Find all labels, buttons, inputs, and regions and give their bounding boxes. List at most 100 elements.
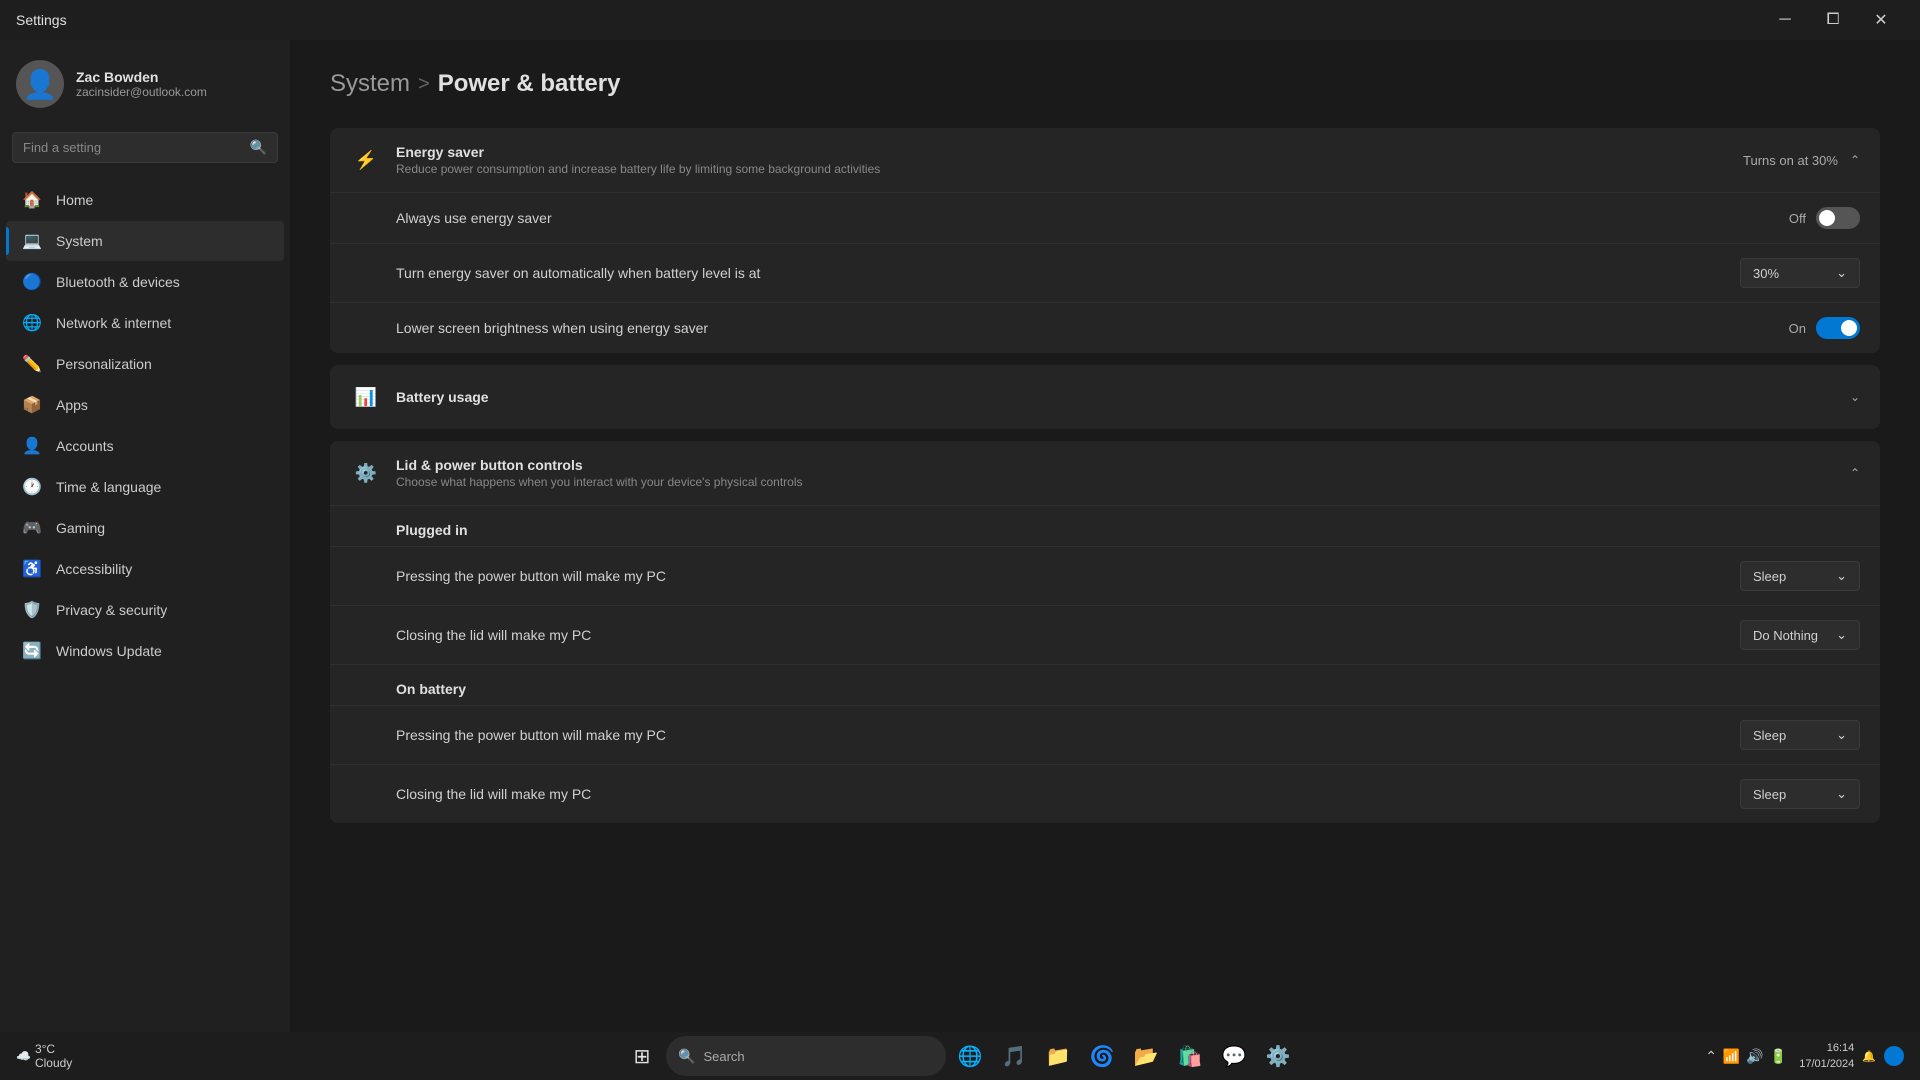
dropdown-chevron-lid-battery: ⌄	[1836, 786, 1847, 802]
sidebar-item-update[interactable]: 🔄 Windows Update	[6, 631, 284, 671]
nav-icon-network: 🌐	[22, 313, 42, 333]
taskbar-app-edge[interactable]: 🌀	[1082, 1036, 1122, 1076]
dropdown-value-lid-plugged: Do Nothing	[1753, 628, 1818, 643]
weather-widget[interactable]: ☁️ 3°C Cloudy	[16, 1042, 72, 1070]
taskbar-app-explorer[interactable]: 📁	[1038, 1036, 1078, 1076]
user-email: zacinsider@outlook.com	[76, 85, 207, 99]
panel-header-battery-usage[interactable]: 📊 Battery usage ⌄	[330, 365, 1880, 429]
dropdown-lid-plugged[interactable]: Do Nothing ⌄	[1740, 620, 1860, 650]
setting-row-auto-energy-saver: Turn energy saver on automatically when …	[330, 243, 1880, 302]
close-button[interactable]: ✕	[1858, 4, 1904, 36]
dropdown-value-power-button-battery: Sleep	[1753, 728, 1786, 743]
nav-label-system: System	[56, 233, 103, 249]
nav-icon-time: 🕐	[22, 477, 42, 497]
sidebar-item-system[interactable]: 💻 System	[6, 221, 284, 261]
sidebar: 👤 Zac Bowden zacinsider@outlook.com 🔍 🏠 …	[0, 40, 290, 1032]
nav-label-personalization: Personalization	[56, 356, 152, 372]
user-profile[interactable]: 👤 Zac Bowden zacinsider@outlook.com	[0, 40, 290, 124]
dropdown-auto-energy-saver[interactable]: 30% ⌄	[1740, 258, 1860, 288]
setting-label-power-button-plugged: Pressing the power button will make my P…	[396, 568, 666, 584]
nav-label-time: Time & language	[56, 479, 161, 495]
wifi-icon[interactable]: 📶	[1723, 1048, 1740, 1065]
nav-label-gaming: Gaming	[56, 520, 105, 536]
dropdown-power-button-plugged[interactable]: Sleep ⌄	[1740, 561, 1860, 591]
titlebar: Settings ─ ⧠ ✕	[0, 0, 1920, 40]
taskbar-app-search[interactable]: 🔍Search	[666, 1036, 946, 1076]
volume-icon[interactable]: 🔊	[1746, 1048, 1763, 1065]
toggle-label-always-energy-saver: Off	[1789, 211, 1806, 226]
taskbar-center: ⊞🔍Search🌐🎵📁🌀📂🛍️💬⚙️	[622, 1036, 1298, 1076]
taskbar-app-store[interactable]: 🛍️	[1170, 1036, 1210, 1076]
search-icon-taskbar: 🔍	[678, 1048, 695, 1065]
dropdown-value-lid-battery: Sleep	[1753, 787, 1786, 802]
sidebar-item-accounts[interactable]: 👤 Accounts	[6, 426, 284, 466]
sidebar-item-time[interactable]: 🕐 Time & language	[6, 467, 284, 507]
sidebar-item-privacy[interactable]: 🛡️ Privacy & security	[6, 590, 284, 630]
search-container: 🔍	[0, 124, 290, 179]
search-box[interactable]: 🔍	[12, 132, 278, 163]
taskbar-app-settings-app[interactable]: ⚙️	[1258, 1036, 1298, 1076]
taskbar-app-teams[interactable]: 💬	[1214, 1036, 1254, 1076]
titlebar-controls: ─ ⧠ ✕	[1762, 4, 1904, 36]
setting-control-lid-battery: Sleep ⌄	[1740, 779, 1860, 809]
panel-header-lid-power[interactable]: ⚙️ Lid & power button controls Choose wh…	[330, 441, 1880, 505]
nav-label-home: Home	[56, 192, 93, 208]
nav-icon-system: 💻	[22, 231, 42, 251]
main-content: System > Power & battery ⚡ Energy saver …	[290, 40, 1920, 1032]
taskbar: ☁️ 3°C Cloudy ⊞🔍Search🌐🎵📁🌀📂🛍️💬⚙️ ⌃ 📶 🔊 🔋…	[0, 1032, 1920, 1080]
maximize-button[interactable]: ⧠	[1810, 4, 1856, 36]
notification-icon[interactable]: 🔔	[1862, 1050, 1876, 1063]
sidebar-item-bluetooth[interactable]: 🔵 Bluetooth & devices	[6, 262, 284, 302]
panel-header-value: Turns on at 30%	[1743, 153, 1838, 168]
setting-row-lid-battery: Closing the lid will make my PC Sleep ⌄	[330, 764, 1880, 823]
setting-label-power-button-battery: Pressing the power button will make my P…	[396, 727, 666, 743]
language-icon[interactable]	[1884, 1046, 1904, 1066]
minimize-button[interactable]: ─	[1762, 4, 1808, 36]
nav-icon-gaming: 🎮	[22, 518, 42, 538]
sidebar-item-apps[interactable]: 📦 Apps	[6, 385, 284, 425]
date-display: 17/01/2024	[1799, 1056, 1854, 1073]
setting-control-always-energy-saver: Off	[1789, 207, 1860, 229]
panel-energy-saver: ⚡ Energy saver Reduce power consumption …	[330, 128, 1880, 353]
dropdown-value-auto-energy-saver: 30%	[1753, 266, 1779, 281]
nav-label-update: Windows Update	[56, 643, 162, 659]
setting-control-power-button-plugged: Sleep ⌄	[1740, 561, 1860, 591]
nav-label-bluetooth: Bluetooth & devices	[56, 274, 180, 290]
taskbar-app-edge-dev[interactable]: 🌐	[950, 1036, 990, 1076]
weather-icon: ☁️	[16, 1049, 31, 1063]
panel-header-energy-saver[interactable]: ⚡ Energy saver Reduce power consumption …	[330, 128, 1880, 192]
chevron-up-icon[interactable]: ⌃	[1705, 1048, 1717, 1065]
nav-label-network: Network & internet	[56, 315, 171, 331]
sidebar-item-home[interactable]: 🏠 Home	[6, 180, 284, 220]
search-input[interactable]	[23, 140, 242, 155]
taskbar-app-files[interactable]: 📂	[1126, 1036, 1166, 1076]
section-heading-on-battery: On battery	[330, 664, 1880, 705]
setting-row-lid-plugged: Closing the lid will make my PC Do Nothi…	[330, 605, 1880, 664]
sidebar-item-personalization[interactable]: ✏️ Personalization	[6, 344, 284, 384]
sidebar-item-gaming[interactable]: 🎮 Gaming	[6, 508, 284, 548]
setting-control-auto-energy-saver: 30% ⌄	[1740, 258, 1860, 288]
user-info: Zac Bowden zacinsider@outlook.com	[76, 69, 207, 99]
setting-label-lid-battery: Closing the lid will make my PC	[396, 786, 591, 802]
panel-title-energy-saver: Energy saver	[396, 144, 880, 160]
setting-label-auto-energy-saver: Turn energy saver on automatically when …	[396, 265, 760, 281]
titlebar-left: Settings	[16, 12, 67, 28]
clock[interactable]: 16:14 17/01/2024	[1799, 1040, 1854, 1073]
nav-icon-home: 🏠	[22, 190, 42, 210]
nav-label-accounts: Accounts	[56, 438, 114, 454]
chevron-battery-usage: ⌄	[1850, 390, 1860, 404]
toggle-always-energy-saver[interactable]	[1816, 207, 1860, 229]
sidebar-item-accessibility[interactable]: ♿ Accessibility	[6, 549, 284, 589]
taskbar-app-groove[interactable]: 🎵	[994, 1036, 1034, 1076]
battery-icon[interactable]: 🔋	[1770, 1048, 1787, 1065]
setting-row-lower-brightness: Lower screen brightness when using energ…	[330, 302, 1880, 353]
taskbar-app-start[interactable]: ⊞	[622, 1036, 662, 1076]
toggle-lower-brightness[interactable]	[1816, 317, 1860, 339]
dropdown-power-button-battery[interactable]: Sleep ⌄	[1740, 720, 1860, 750]
app-body: 👤 Zac Bowden zacinsider@outlook.com 🔍 🏠 …	[0, 40, 1920, 1032]
nav-icon-accounts: 👤	[22, 436, 42, 456]
dropdown-lid-battery[interactable]: Sleep ⌄	[1740, 779, 1860, 809]
sidebar-item-network[interactable]: 🌐 Network & internet	[6, 303, 284, 343]
chevron-lid-power: ⌃	[1850, 466, 1860, 480]
panel-lid-power: ⚙️ Lid & power button controls Choose wh…	[330, 441, 1880, 823]
